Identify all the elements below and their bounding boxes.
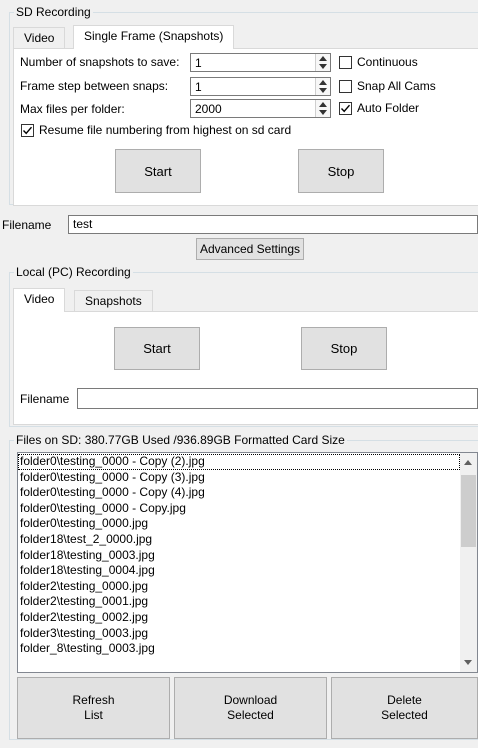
arrow-up-icon	[319, 102, 327, 107]
advanced-settings-button[interactable]: Advanced Settings	[196, 238, 304, 260]
stepper-arrows[interactable]	[315, 54, 330, 71]
continuous-label: Continuous	[357, 55, 418, 69]
scroll-up-icon[interactable]	[464, 460, 472, 465]
list-item[interactable]: folder0\testing_0000 - Copy (2).jpg	[18, 454, 460, 470]
list-item[interactable]: folder3\testing_0003.jpg	[18, 626, 460, 642]
local-filename-input[interactable]	[77, 388, 478, 409]
num-snapshots-label: Number of snapshots to save:	[20, 55, 180, 69]
tab-sd-single-frame[interactable]: Single Frame (Snapshots)	[73, 25, 235, 49]
files-on-sd-title: Files on SD: 380.77GB Used /936.89GB For…	[16, 433, 345, 447]
scroll-down-icon[interactable]	[464, 660, 472, 665]
tab-local-video[interactable]: Video	[13, 288, 66, 312]
list-item[interactable]: folder18\testing_0003.jpg	[18, 548, 460, 564]
list-item[interactable]: folder18\testing_0004.jpg	[18, 563, 460, 579]
max-files-label: Max files per folder:	[20, 102, 125, 116]
list-item[interactable]: folder2\testing_0002.jpg	[18, 610, 460, 626]
sd-stop-button[interactable]: Stop	[298, 149, 384, 193]
checkmark-icon	[340, 104, 351, 113]
list-item[interactable]: folder2\testing_0000.jpg	[18, 579, 460, 595]
local-start-button[interactable]: Start	[114, 327, 200, 370]
max-files-stepper[interactable]: 2000	[190, 99, 331, 118]
tab-local-snapshots[interactable]: Snapshots	[74, 290, 153, 311]
local-recording-title: Local (PC) Recording	[16, 265, 131, 279]
arrow-up-icon	[319, 80, 327, 85]
list-item[interactable]: folder0\testing_0000 - Copy.jpg	[18, 501, 460, 517]
sd-filename-input[interactable]: test	[68, 215, 478, 234]
num-snapshots-stepper[interactable]: 1	[190, 53, 331, 72]
frame-step-value: 1	[195, 80, 202, 94]
resume-numbering-checkbox[interactable]	[21, 124, 34, 137]
sd-start-button[interactable]: Start	[115, 149, 201, 193]
sd-file-list[interactable]: folder0\testing_0000 - Copy (2).jpg fold…	[17, 452, 478, 673]
sd-file-list-items: folder0\testing_0000 - Copy (2).jpg fold…	[18, 454, 460, 657]
list-item[interactable]: folder0\testing_0000 - Copy (3).jpg	[18, 470, 460, 486]
local-filename-label: Filename	[20, 392, 70, 406]
refresh-list-button[interactable]: Refresh List	[17, 677, 170, 739]
frame-step-label: Frame step between snaps:	[20, 79, 169, 93]
list-item[interactable]: folder18\test_2_0000.jpg	[18, 532, 460, 548]
arrow-down-icon	[319, 88, 327, 93]
stepper-arrows[interactable]	[315, 100, 330, 117]
auto-folder-label: Auto Folder	[357, 101, 420, 115]
continuous-checkbox[interactable]	[339, 56, 352, 69]
auto-folder-checkbox[interactable]	[339, 102, 352, 115]
snap-all-cams-label: Snap All Cams	[357, 79, 436, 93]
max-files-value: 2000	[195, 102, 222, 116]
list-item[interactable]: folder2\testing_0001.jpg	[18, 594, 460, 610]
delete-selected-button[interactable]: Delete Selected	[331, 677, 478, 739]
tab-sd-video[interactable]: Video	[13, 27, 66, 48]
sd-file-list-scrollbar[interactable]	[460, 453, 477, 672]
sd-filename-label: Filename	[2, 218, 52, 232]
arrow-down-icon	[319, 64, 327, 69]
num-snapshots-value: 1	[195, 56, 202, 70]
list-item[interactable]: folder_8\testing_0003.jpg	[18, 641, 460, 657]
list-item[interactable]: folder0\testing_0000.jpg	[18, 516, 460, 532]
arrow-down-icon	[319, 110, 327, 115]
arrow-up-icon	[319, 56, 327, 61]
scrollbar-thumb[interactable]	[461, 475, 476, 547]
resume-numbering-label: Resume file numbering from highest on sd…	[39, 123, 292, 137]
list-item[interactable]: folder0\testing_0000 - Copy (4).jpg	[18, 485, 460, 501]
download-selected-button[interactable]: Download Selected	[174, 677, 327, 739]
checkmark-icon	[22, 126, 33, 135]
frame-step-stepper[interactable]: 1	[190, 77, 331, 96]
stepper-arrows[interactable]	[315, 78, 330, 95]
local-stop-button[interactable]: Stop	[301, 327, 387, 370]
sd-recording-title: SD Recording	[16, 5, 91, 19]
snap-all-cams-checkbox[interactable]	[339, 80, 352, 93]
